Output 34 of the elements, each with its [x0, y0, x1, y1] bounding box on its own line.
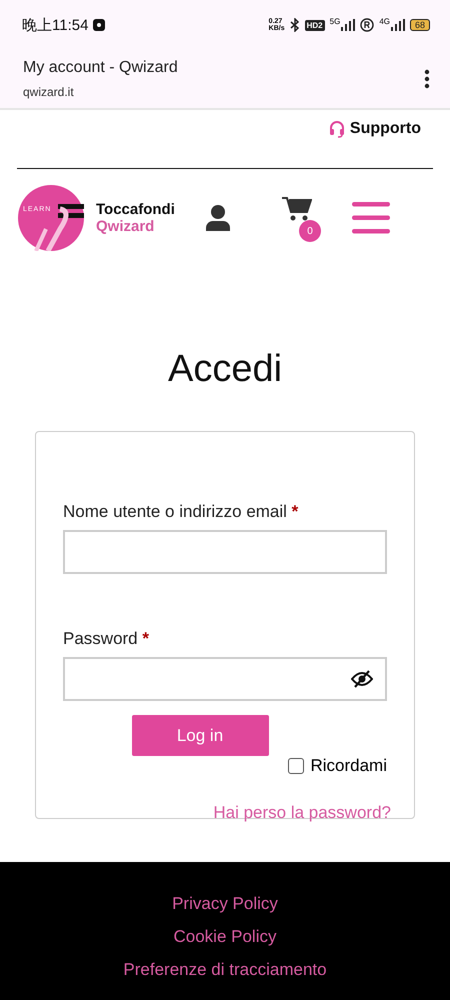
user-icon[interactable] — [206, 205, 230, 231]
footer-link[interactable]: Preferenze di tracciamento — [123, 960, 327, 980]
field-label: Nome utente o indirizzo email * — [63, 502, 300, 522]
username-field[interactable] — [63, 530, 387, 574]
page-url: qwizard.it — [23, 85, 75, 99]
app-notification-icon — [93, 19, 106, 31]
battery-indicator: 68 — [410, 19, 430, 31]
field-label: Password * — [63, 629, 150, 649]
login-button[interactable]: Log in — [132, 715, 268, 756]
lost-password-link[interactable]: Hai perso la password? — [213, 803, 391, 823]
network-type: 4G — [379, 17, 390, 26]
support-link[interactable]: Supporto — [328, 120, 421, 138]
brand-name: Qwizard — [96, 218, 156, 235]
network-type: 5G — [330, 17, 340, 26]
more-options-icon[interactable] — [424, 69, 430, 89]
remember-label: Ricordami — [310, 756, 387, 776]
footer-link[interactable]: Privacy Policy — [172, 894, 278, 914]
page-title: My account - Qwizard — [23, 59, 179, 77]
cart-icon[interactable] — [282, 196, 312, 222]
cart-count-badge: 0 — [299, 220, 321, 242]
footer-link[interactable]: Cookie Policy — [174, 927, 276, 947]
hd-badge: HD2 — [304, 20, 325, 30]
page-heading: Accedi — [166, 348, 284, 391]
bluetooth-icon — [290, 18, 300, 32]
signal-icon — [341, 19, 356, 31]
status-time: 晚上11:54 — [22, 16, 88, 34]
registered-icon — [360, 18, 374, 32]
brand-name: Toccafondi — [96, 201, 176, 218]
remember-checkbox[interactable] — [288, 758, 304, 774]
signal-icon — [390, 19, 405, 31]
menu-icon[interactable] — [352, 202, 390, 234]
headset-icon — [328, 120, 346, 138]
password-field[interactable] — [63, 657, 387, 701]
hidden-eye-icon[interactable] — [351, 670, 373, 688]
